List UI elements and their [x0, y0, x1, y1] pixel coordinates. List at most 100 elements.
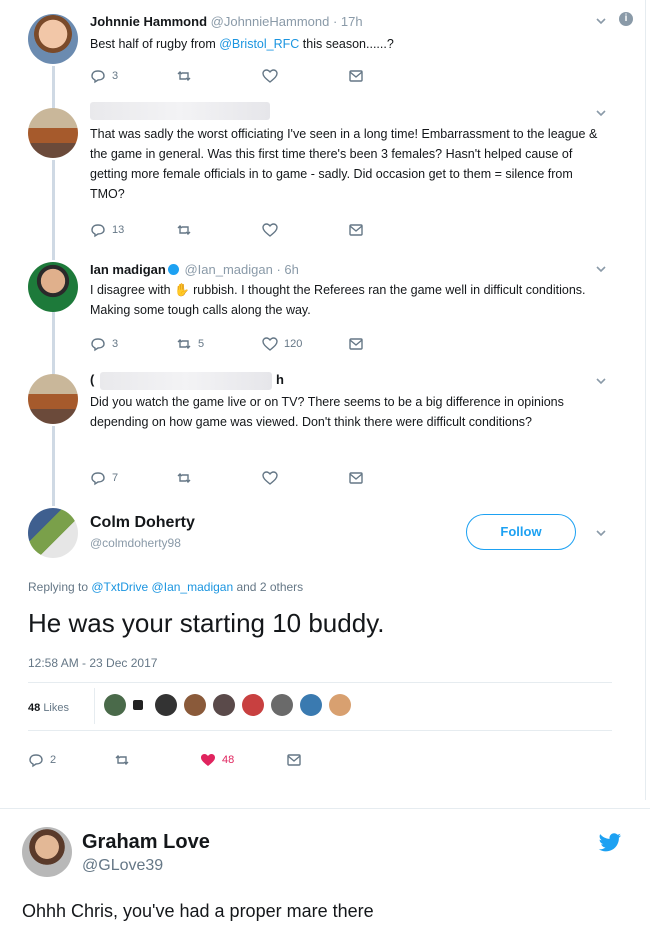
tweet-timestamp[interactable]: 12:58 AM - 23 Dec 2017: [28, 656, 157, 670]
tweet-time[interactable]: · 6h: [276, 262, 298, 277]
liker-avatar[interactable]: [184, 694, 206, 716]
reply-icon: [91, 472, 105, 486]
avatar[interactable]: [28, 108, 78, 158]
retweet-icon: [177, 225, 191, 235]
tweet-text: I disagree with ✋ rubbish. I thought the…: [90, 280, 605, 320]
chevron-down-icon[interactable]: [594, 526, 608, 540]
tweet-text-part: this season......?: [299, 37, 394, 51]
tweet-time[interactable]: · 17h: [333, 14, 363, 29]
like-button-active[interactable]: 48: [200, 752, 260, 768]
reply-count: 13: [112, 224, 125, 236]
liker-avatar[interactable]: [242, 694, 264, 716]
like-button[interactable]: [262, 470, 322, 486]
reply-button[interactable]: 2: [28, 752, 88, 768]
heart-filled-icon: [201, 754, 215, 766]
heart-icon: [262, 471, 278, 485]
heart-icon: [262, 337, 278, 351]
retweet-button[interactable]: [176, 68, 236, 84]
chevron-down-icon[interactable]: [594, 106, 608, 120]
liker-avatar[interactable]: [133, 700, 143, 710]
reply-button[interactable]: 7: [90, 470, 150, 486]
tweet-thread-card: i Johnnie Hammond @JohnnieHammond · 17h …: [0, 0, 646, 800]
liker-avatar[interactable]: [104, 694, 126, 716]
retweet-icon: [177, 473, 191, 483]
reply-icon: [91, 70, 105, 84]
divider: [28, 730, 612, 731]
tweet-actions: 3 5 120: [90, 334, 434, 354]
reply-icon: [91, 224, 105, 238]
envelope-icon: [349, 70, 363, 82]
tweet-actions: 2 48: [28, 750, 372, 770]
retweet-button[interactable]: 5: [176, 336, 236, 352]
hand-emoji-icon: ✋: [174, 283, 190, 297]
chevron-down-icon[interactable]: [594, 14, 608, 28]
liker-avatar[interactable]: [271, 694, 293, 716]
heart-icon: [262, 69, 278, 83]
message-button[interactable]: [286, 752, 346, 768]
liker-avatar[interactable]: [213, 694, 235, 716]
avatar[interactable]: [22, 827, 72, 877]
retweet-icon: [115, 755, 129, 765]
retweet-button[interactable]: [176, 222, 236, 238]
likes-summary-count: 48: [28, 702, 41, 714]
retweet-icon: [177, 71, 191, 81]
likes-summary[interactable]: 48 Likes: [28, 702, 69, 714]
avatar[interactable]: [28, 508, 78, 558]
author-handle[interactable]: @Ian_madigan: [184, 262, 272, 277]
message-button[interactable]: [348, 470, 408, 486]
chevron-down-icon[interactable]: [594, 374, 608, 388]
message-button[interactable]: [348, 222, 408, 238]
reply-button[interactable]: 3: [90, 336, 150, 352]
tweet-header-handle: @colmdoherty98: [90, 536, 181, 550]
tweet-text-part: I disagree with: [90, 283, 175, 297]
author-name-end[interactable]: h: [276, 372, 284, 387]
tweet-text-part: Best half of rugby from: [90, 37, 220, 51]
reply-button[interactable]: 13: [90, 222, 150, 238]
tweet-main-text: He was your starting 10 buddy.: [28, 608, 385, 638]
likes-summary-label: Likes: [43, 702, 69, 714]
envelope-icon: [287, 754, 301, 766]
like-button[interactable]: [262, 222, 322, 238]
tweet-actions: 13: [90, 220, 434, 240]
author-handle[interactable]: @JohnnieHammond: [211, 14, 330, 29]
author-name[interactable]: Colm Doherty: [90, 514, 195, 531]
like-button[interactable]: [262, 68, 322, 84]
tweet-anon-1: That was sadly the worst officiating I'v…: [0, 100, 646, 250]
message-button[interactable]: [348, 68, 408, 84]
like-count: 120: [284, 338, 303, 350]
reply-count: 3: [112, 70, 119, 82]
author-name-start[interactable]: (: [90, 372, 94, 387]
avatar[interactable]: [28, 14, 78, 64]
tweet-header: Colm Doherty: [90, 514, 195, 532]
twitter-bird-icon[interactable]: [598, 833, 622, 853]
author-name[interactable]: Ian madigan: [90, 262, 166, 277]
retweet-button[interactable]: [114, 752, 174, 768]
mention-link[interactable]: @Bristol_RFC: [219, 37, 299, 51]
replying-to-others[interactable]: and 2 others: [233, 580, 303, 594]
author-handle[interactable]: @colmdoherty98: [90, 536, 181, 550]
reply-count: 7: [112, 472, 119, 484]
author-handle[interactable]: @GLove39: [82, 857, 163, 875]
reply-icon: [91, 338, 105, 352]
tweet-text: Did you watch the game live or on TV? Th…: [90, 395, 564, 429]
liker-avatar[interactable]: [155, 694, 177, 716]
retweet-button[interactable]: [176, 470, 236, 486]
like-count: 48: [222, 754, 235, 766]
message-button[interactable]: [348, 336, 408, 352]
avatar[interactable]: [28, 374, 78, 424]
divider: [94, 688, 95, 724]
liker-avatar[interactable]: [329, 694, 351, 716]
tweet-ian: Ian madigan @Ian_madigan · 6h I disagree…: [0, 258, 646, 368]
author-name[interactable]: Johnnie Hammond: [90, 14, 207, 29]
reply-icon: [29, 754, 43, 768]
like-button[interactable]: 120: [262, 336, 322, 352]
avatar[interactable]: [28, 262, 78, 312]
reply-button[interactable]: 3: [90, 68, 150, 84]
reply-count: 2: [50, 754, 57, 766]
liker-avatar[interactable]: [300, 694, 322, 716]
likers-avatars: [104, 694, 358, 716]
replying-to-mentions[interactable]: @TxtDrive @Ian_madigan: [91, 580, 233, 594]
chevron-down-icon[interactable]: [594, 262, 608, 276]
author-name[interactable]: Graham Love: [82, 831, 210, 854]
follow-button[interactable]: Follow: [466, 514, 576, 550]
